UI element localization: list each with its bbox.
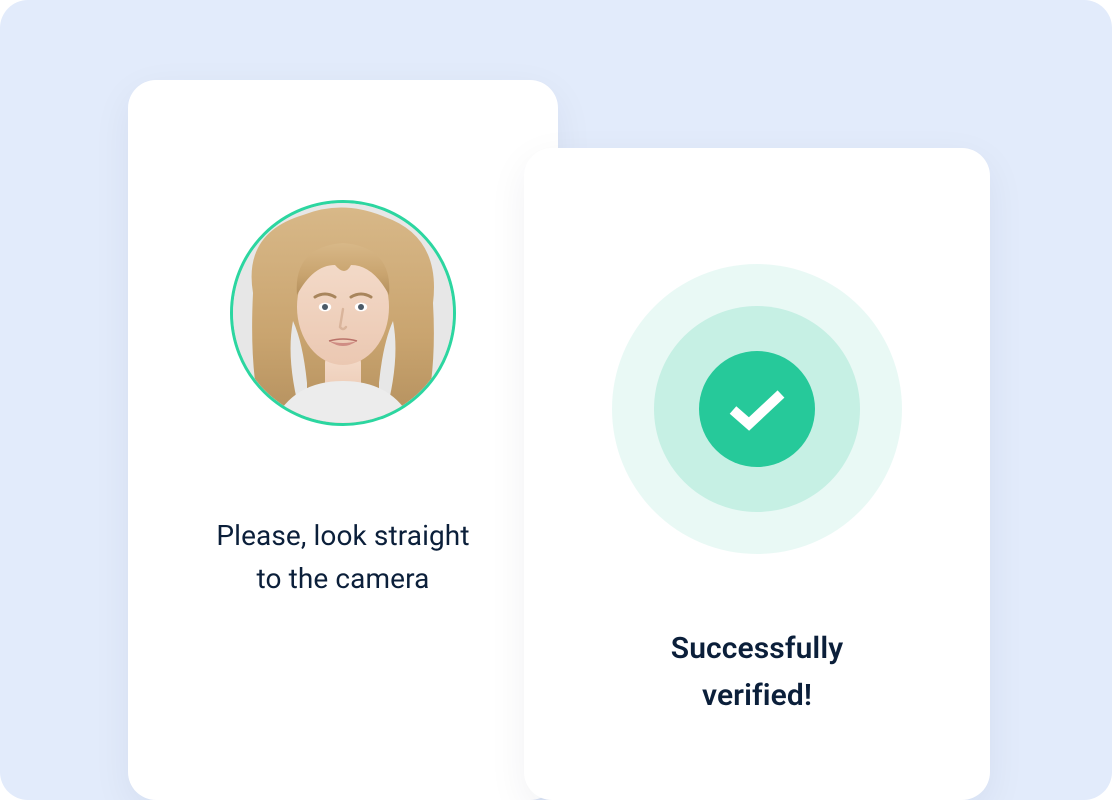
- check-badge: [612, 264, 902, 554]
- camera-card: Please, look straight to the camera: [128, 80, 558, 800]
- person-photo-icon: [233, 203, 453, 423]
- camera-instruction-line1: Please, look straight: [216, 519, 469, 552]
- check-icon: [727, 386, 787, 432]
- check-core: [699, 351, 815, 467]
- camera-instruction-line2: to the camera: [257, 562, 430, 595]
- verified-title-line1: Successfully: [671, 631, 843, 666]
- verified-title-line2: verified!: [702, 678, 812, 713]
- avatar-preview: [230, 200, 456, 426]
- camera-instruction: Please, look straight to the camera: [216, 514, 469, 601]
- verification-panel: Please, look straight to the camera Succ…: [0, 0, 1112, 800]
- verified-card: Successfully verified!: [524, 148, 990, 800]
- verified-title: Successfully verified!: [671, 626, 843, 719]
